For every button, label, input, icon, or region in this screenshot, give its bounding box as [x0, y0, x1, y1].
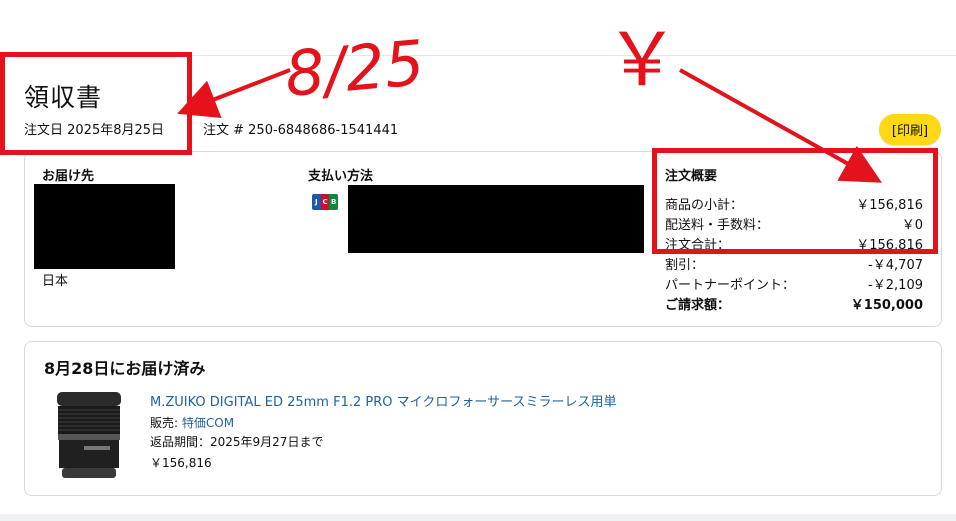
seller-link[interactable]: 特価COM: [182, 416, 234, 430]
summary-row-discount: 割引： -￥4,707: [665, 258, 923, 273]
shipping-country: 日本: [42, 274, 69, 289]
summary-row-points: パートナーポイント： -￥2,109: [665, 278, 923, 293]
order-number: 注文 # 250-6848686-1541441: [203, 123, 399, 138]
product-seller: 販売: 特価COM: [150, 416, 235, 430]
footer-band: [0, 514, 956, 521]
product-title-link[interactable]: M.ZUIKO DIGITAL ED 25mm F1.2 PRO マイクロフォー…: [150, 391, 616, 410]
shipping-heading: お届け先: [42, 169, 95, 184]
annotation-date-note: 8/25: [282, 26, 428, 111]
arrow-to-date: [177, 68, 291, 118]
annotation-box-summary: [652, 148, 938, 254]
redacted-address: [34, 184, 175, 269]
annotation-box-date: [0, 52, 192, 155]
product-price: ￥156,816: [150, 456, 212, 470]
jcb-card-icon: JCB: [312, 194, 338, 210]
redacted-payment: [348, 185, 644, 253]
delivery-status-heading: 8月28日にお届け済み: [44, 359, 206, 378]
product-image[interactable]: [54, 388, 124, 483]
print-button[interactable]: [印刷]: [879, 114, 941, 145]
return-period: 返品期間：2025年9月27日まで: [150, 435, 324, 449]
annotation-yen-note: ￥: [605, 17, 679, 103]
payment-heading: 支払い方法: [308, 169, 374, 184]
summary-row-billed: ご請求額： ￥150,000: [665, 298, 923, 313]
